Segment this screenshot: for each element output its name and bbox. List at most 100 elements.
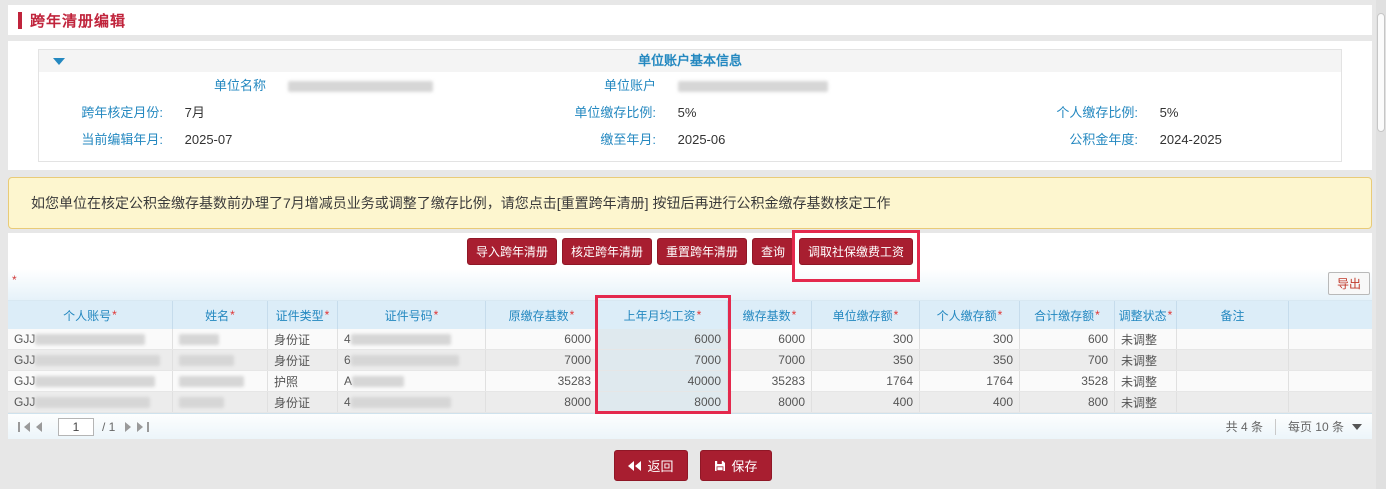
page-title: 跨年清册编辑 — [30, 10, 126, 31]
unit-ratio-label: 单位缴存比例: — [536, 99, 656, 126]
col-header-base: 缴存基数* — [728, 301, 812, 329]
roster-table: 个人账号* 姓名* 证件类型* 证件号码* 原缴存基数* 上年月均工资* 缴存基… — [8, 301, 1372, 413]
cell-cert-type: 身份证 — [268, 350, 338, 370]
fetch-social-button-wrap: 调取社保缴费工资 — [799, 238, 913, 265]
field-personal-ratio: 个人缴存比例: 5% — [1018, 99, 1178, 126]
cell-cert-number: 6 — [338, 350, 486, 370]
redacted-value — [35, 397, 150, 408]
field-check-month: 跨年核定月份: 7月 — [43, 99, 205, 126]
cell-total-amount: 600 — [1020, 329, 1115, 349]
prev-page-button[interactable] — [36, 422, 42, 432]
redacted-value — [352, 376, 404, 387]
table-row: GJJ 身份证 4 6000 6000 6000 300 300 600 未调整 — [8, 329, 1372, 350]
cell-orig-base: 7000 — [486, 350, 598, 370]
footer-actions: 返回 保存 — [0, 439, 1386, 489]
next-page-icon — [125, 422, 131, 432]
unit-name-label: 单位名称 — [146, 72, 266, 99]
cell-personal-amount: 400 — [920, 392, 1020, 412]
col-header-orig-base: 原缴存基数* — [486, 301, 598, 329]
cell-name — [173, 329, 268, 349]
first-page-icon — [24, 422, 30, 432]
cell-total-amount: 3528 — [1020, 371, 1115, 391]
table-row: GJJ 身份证 4 8000 8000 8000 400 400 800 未调整 — [8, 392, 1372, 413]
redacted-unit-account — [678, 81, 828, 92]
fund-year-label: 公积金年度: — [1018, 126, 1138, 153]
page-number-input[interactable] — [58, 418, 94, 436]
page-size-label: 每页 10 条 — [1288, 418, 1344, 435]
action-button-band: 导入跨年清册 核定跨年清册 重置跨年清册 查询 调取社保缴费工资 — [8, 233, 1372, 269]
cell-filler — [1289, 371, 1372, 391]
panel-title: 单位账户基本信息 — [39, 50, 1341, 72]
cell-orig-base: 8000 — [486, 392, 598, 412]
field-edit-month: 当前编辑年月: 2025-07 — [43, 126, 232, 153]
cell-filler — [1289, 350, 1372, 370]
cell-cert-type: 身份证 — [268, 392, 338, 412]
page-size-select[interactable]: 每页 10 条 — [1288, 418, 1362, 435]
redacted-value — [35, 334, 145, 345]
reset-roster-button[interactable]: 重置跨年清册 — [657, 238, 747, 265]
cell-personal-account: GJJ — [8, 329, 173, 349]
cell-last-year-avg-wage[interactable]: 8000 — [598, 392, 728, 412]
table-header-row: 个人账号* 姓名* 证件类型* 证件号码* 原缴存基数* 上年月均工资* 缴存基… — [8, 301, 1372, 329]
cell-last-year-avg-wage[interactable]: 7000 — [598, 350, 728, 370]
notice-text: 如您单位在核定公积金缴存基数前办理了7月增减员业务或调整了缴存比例，请您点击[重… — [31, 193, 890, 213]
back-button-label: 返回 — [647, 456, 673, 475]
cell-cert-number: A — [338, 371, 486, 391]
field-unit-account: 单位账户 — [536, 72, 828, 99]
unit-account-label: 单位账户 — [536, 72, 656, 99]
verify-roster-button[interactable]: 核定跨年清册 — [562, 238, 652, 265]
cell-filler — [1289, 329, 1372, 349]
field-unit-ratio: 单位缴存比例: 5% — [536, 99, 696, 126]
total-pages-label: / 1 — [102, 420, 115, 434]
cell-total-amount: 800 — [1020, 392, 1115, 412]
col-header-cert-number: 证件号码* — [338, 301, 486, 329]
next-page-button[interactable] — [125, 422, 131, 432]
col-header-name: 姓名* — [173, 301, 268, 329]
cell-last-year-avg-wage[interactable]: 6000 — [598, 329, 728, 349]
col-header-cert-type: 证件类型* — [268, 301, 338, 329]
table-row: GJJ 护照 A 35283 40000 35283 1764 1764 352… — [8, 371, 1372, 392]
notice-banner: 如您单位在核定公积金缴存基数前办理了7月增减员业务或调整了缴存比例，请您点击[重… — [8, 177, 1372, 229]
unit-info-section: 单位账户基本信息 单位名称 单位账户 跨年核定月份: 7月 单位缴存比 — [8, 41, 1372, 170]
col-header-status: 调整状态* — [1115, 301, 1177, 329]
cell-personal-amount: 1764 — [920, 371, 1020, 391]
back-button[interactable]: 返回 — [614, 450, 687, 481]
last-page-button[interactable] — [137, 422, 149, 432]
redacted-value — [351, 397, 451, 408]
fund-year-value: 2024-2025 — [1160, 132, 1222, 147]
cell-personal-account: GJJ — [8, 392, 173, 412]
page-size-dropdown-icon — [1352, 424, 1362, 430]
vertical-scrollbar[interactable] — [1376, 0, 1386, 489]
cell-cert-type: 身份证 — [268, 329, 338, 349]
col-header-total-amount: 合计缴存额* — [1020, 301, 1115, 329]
cell-name — [173, 392, 268, 412]
cell-status: 未调整 — [1115, 350, 1177, 370]
col-header-personal-amount: 个人缴存额* — [920, 301, 1020, 329]
save-button[interactable]: 保存 — [700, 450, 772, 481]
import-roster-button[interactable]: 导入跨年清册 — [467, 238, 557, 265]
query-button[interactable]: 查询 — [752, 238, 794, 265]
info-row-1: 单位名称 单位账户 — [39, 72, 1341, 99]
check-month-value: 7月 — [185, 105, 205, 120]
paid-month-label: 缴至年月: — [536, 126, 656, 153]
export-button[interactable]: 导出 — [1328, 272, 1370, 295]
redacted-value — [179, 334, 219, 345]
col-header-personal-account: 个人账号* — [8, 301, 173, 329]
cell-cert-type: 护照 — [268, 371, 338, 391]
cell-unit-amount: 350 — [812, 350, 920, 370]
first-page-button[interactable] — [18, 422, 30, 432]
scrollbar-thumb[interactable] — [1377, 13, 1385, 132]
redacted-value — [179, 355, 234, 366]
cell-remark — [1177, 392, 1289, 412]
title-bar: 跨年清册编辑 — [8, 5, 1372, 35]
redacted-unit-name — [288, 81, 433, 92]
fetch-social-wage-button[interactable]: 调取社保缴费工资 — [799, 238, 913, 265]
unit-ratio-value: 5% — [678, 105, 697, 120]
title-accent-bar — [18, 12, 22, 29]
pagination-right: 共 4 条 每页 10 条 — [1226, 418, 1362, 435]
cell-status: 未调整 — [1115, 329, 1177, 349]
cell-last-year-avg-wage[interactable]: 40000 — [598, 371, 728, 391]
cell-unit-amount: 400 — [812, 392, 920, 412]
personal-ratio-value: 5% — [1160, 105, 1179, 120]
cell-base: 8000 — [728, 392, 812, 412]
